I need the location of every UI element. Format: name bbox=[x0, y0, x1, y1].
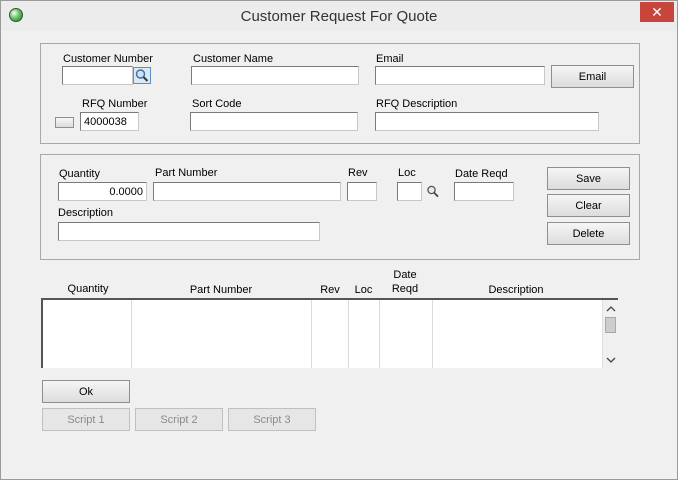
date-reqd-label: Date Reqd bbox=[455, 168, 508, 180]
customer-name-input[interactable] bbox=[191, 66, 359, 85]
ok-button[interactable]: Ok bbox=[42, 380, 130, 403]
delete-button[interactable]: Delete bbox=[547, 222, 630, 245]
grid-vertical-scrollbar[interactable] bbox=[602, 300, 618, 368]
grid-column-divider bbox=[379, 300, 380, 368]
grid-header-quantity[interactable]: Quantity bbox=[43, 283, 133, 295]
rfq-window: Customer Request For Quote ✕ Customer Nu… bbox=[0, 0, 678, 480]
rev-input[interactable] bbox=[347, 182, 377, 201]
rfq-description-input[interactable] bbox=[375, 112, 599, 131]
grid-header-date-reqd[interactable]: Date Reqd bbox=[379, 268, 431, 296]
grid-scroll-thumb[interactable] bbox=[605, 317, 616, 333]
sort-code-label: Sort Code bbox=[192, 98, 242, 110]
date-reqd-input[interactable] bbox=[454, 182, 514, 201]
grid-header-description[interactable]: Description bbox=[432, 284, 600, 296]
rfq-lookup-button[interactable] bbox=[55, 117, 74, 128]
clear-button[interactable]: Clear bbox=[547, 194, 630, 217]
chevron-up-icon[interactable] bbox=[604, 304, 618, 314]
quote-lines-grid[interactable] bbox=[41, 298, 618, 368]
customer-number-input[interactable] bbox=[62, 66, 133, 85]
rfq-number-label: RFQ Number bbox=[82, 98, 148, 110]
loc-label: Loc bbox=[398, 167, 416, 179]
save-button[interactable]: Save bbox=[547, 167, 630, 190]
customer-name-label: Customer Name bbox=[193, 53, 274, 65]
chevron-down-icon[interactable] bbox=[604, 355, 618, 365]
search-icon bbox=[427, 185, 439, 198]
close-button[interactable]: ✕ bbox=[640, 2, 674, 22]
sort-code-input[interactable] bbox=[190, 112, 358, 131]
title-bar[interactable]: Customer Request For Quote ✕ bbox=[1, 1, 677, 31]
customer-number-label: Customer Number bbox=[63, 53, 153, 65]
rfq-number-input[interactable] bbox=[80, 112, 139, 131]
customer-search-button[interactable] bbox=[133, 67, 151, 84]
description-input[interactable] bbox=[58, 222, 320, 241]
search-icon bbox=[135, 69, 149, 82]
grid-column-divider bbox=[432, 300, 433, 368]
window-title: Customer Request For Quote bbox=[240, 8, 438, 25]
grid-column-divider bbox=[131, 300, 132, 368]
part-number-input[interactable] bbox=[153, 182, 341, 201]
rfq-description-label: RFQ Description bbox=[376, 98, 458, 110]
script-2-button[interactable]: Script 2 bbox=[135, 408, 223, 431]
email-button[interactable]: Email bbox=[551, 65, 634, 88]
loc-input[interactable] bbox=[397, 182, 422, 201]
quantity-input[interactable] bbox=[58, 182, 147, 201]
rev-label: Rev bbox=[348, 167, 368, 179]
grid-header-loc[interactable]: Loc bbox=[348, 284, 379, 296]
grid-column-divider bbox=[311, 300, 312, 368]
quantity-label: Quantity bbox=[59, 168, 100, 180]
grid-header-part-number[interactable]: Part Number bbox=[131, 284, 311, 296]
part-number-label: Part Number bbox=[155, 167, 218, 179]
grid-column-divider bbox=[348, 300, 349, 368]
grid-header-rev[interactable]: Rev bbox=[312, 284, 348, 296]
loc-search-button[interactable] bbox=[426, 185, 440, 198]
script-1-button[interactable]: Script 1 bbox=[42, 408, 130, 431]
script-3-button[interactable]: Script 3 bbox=[228, 408, 316, 431]
description-label: Description bbox=[58, 207, 114, 219]
email-input[interactable] bbox=[375, 66, 545, 85]
email-label: Email bbox=[376, 53, 404, 65]
